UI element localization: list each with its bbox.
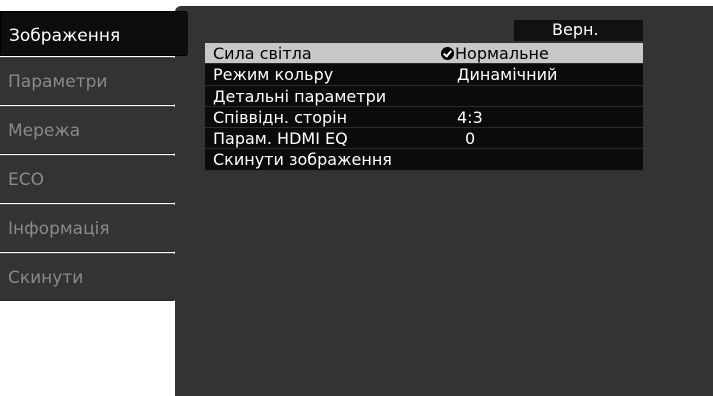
menu-item-label: Режим кольру: [213, 65, 334, 85]
menu-item-label: Парам. HDMI EQ: [213, 129, 348, 149]
menu-item-color-mode[interactable]: Режим кольру Динамічний: [205, 64, 643, 86]
projector-menu-screen: Верн. Сила світла Нормальне Режим кольру…: [0, 0, 713, 396]
menu-item-hdmi-eq[interactable]: Парам. HDMI EQ 0: [205, 128, 643, 150]
menu-item-label: Скинути зображення: [213, 150, 392, 170]
tab-network[interactable]: Мережа: [0, 106, 176, 154]
menu-item-value: 4:3: [457, 107, 483, 127]
menu-item-value: Нормальне: [441, 43, 549, 64]
settings-list: Сила світла Нормальне Режим кольру Динам…: [205, 43, 643, 171]
tab-reset[interactable]: Скинути: [0, 253, 176, 301]
tab-info[interactable]: Інформація: [0, 204, 176, 252]
menu-item-label: Детальні параметри: [213, 86, 387, 106]
menu-item-advanced[interactable]: Детальні параметри: [205, 85, 643, 107]
source-label: Верн.: [514, 20, 643, 41]
tab-settings[interactable]: Параметри: [0, 57, 176, 105]
tab-eco[interactable]: ECO: [0, 155, 176, 203]
settings-panel: Верн. Сила світла Нормальне Режим кольру…: [175, 6, 713, 396]
menu-item-value: 0: [465, 129, 476, 149]
menu-item-value: Динамічний: [457, 65, 558, 85]
menu-item-aspect[interactable]: Співвідн. сторін 4:3: [205, 106, 643, 129]
menu-item-label: Співвідн. сторін: [213, 107, 348, 127]
tab-image[interactable]: Зображення: [0, 11, 188, 56]
menu-item-brightness[interactable]: Сила світла Нормальне: [205, 43, 643, 65]
menu-item-label: Сила світла: [213, 44, 312, 63]
check-circle-icon: [441, 47, 454, 60]
menu-item-reset-image[interactable]: Скинути зображення: [205, 149, 643, 171]
